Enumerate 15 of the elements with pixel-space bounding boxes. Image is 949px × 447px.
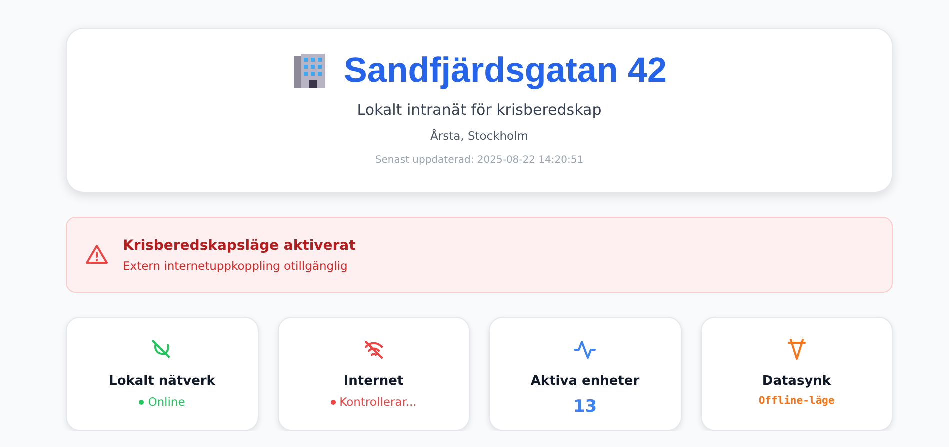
card-label: Aktiva enheter: [530, 374, 640, 389]
card-label: Internet: [344, 374, 404, 389]
alert-message: Extern internetuppkoppling otillgänglig: [123, 258, 349, 272]
subtitle: Lokalt intranät för krisberedskap: [357, 101, 602, 119]
last-updated-text: Senast uppdaterad: 2025-08-22 14:20:51: [375, 155, 584, 166]
status-text: Online: [148, 395, 186, 409]
device-count: 13: [573, 397, 598, 417]
warning-icon: [85, 243, 109, 267]
sync-status-text: Offline-läge: [758, 395, 835, 407]
status-text: Kontrollerar...: [340, 395, 417, 409]
alert-title: Krisberedskapsläge aktiverat: [123, 238, 356, 254]
card-label: Datasynk: [762, 374, 832, 389]
page-title: Sandfjärdsgatan 42: [344, 51, 667, 91]
location-text: Årsta, Stockholm: [430, 129, 528, 143]
card-label: Lokalt nätverk: [109, 374, 216, 389]
